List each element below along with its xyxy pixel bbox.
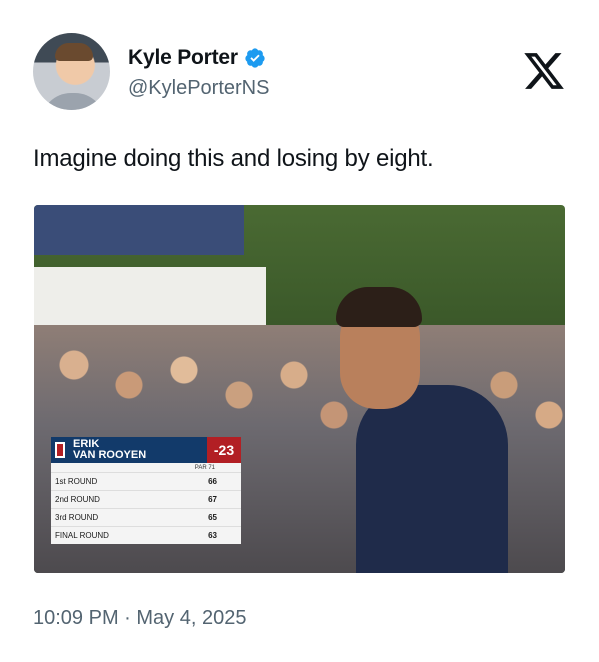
round-label: 3rd ROUND — [55, 513, 99, 522]
round-row: 2nd ROUND 67 — [51, 490, 241, 508]
golfer-hair — [336, 287, 422, 327]
x-logo-icon[interactable] — [522, 49, 566, 93]
avatar-shirt — [41, 93, 105, 110]
par-label: PAR 71 — [51, 463, 241, 472]
author-handle[interactable]: @KylePorterNS — [128, 77, 269, 100]
round-label: FINAL ROUND — [55, 531, 109, 540]
round-score: 65 — [208, 513, 217, 522]
avatar[interactable] — [33, 33, 110, 110]
tweet-timestamp[interactable]: 10:09 PM · May 4, 2025 — [33, 607, 246, 630]
verified-badge-icon — [245, 48, 265, 68]
round-label: 1st ROUND — [55, 477, 98, 486]
round-row: 1st ROUND 66 — [51, 472, 241, 490]
round-label: 2nd ROUND — [55, 495, 100, 504]
tweet-media[interactable]: ERIK VAN ROOYEN -23 PAR 71 1st ROUND 66 … — [34, 205, 565, 573]
tour-logo-icon — [51, 437, 69, 463]
scorebug-header: ERIK VAN ROOYEN -23 — [51, 437, 241, 463]
round-row: 3rd ROUND 65 — [51, 508, 241, 526]
media-awning — [34, 205, 244, 255]
author-name[interactable]: Kyle Porter — [128, 46, 238, 70]
player-total-score: -23 — [207, 437, 241, 463]
golfer-body — [356, 385, 508, 573]
player-name: ERIK VAN ROOYEN — [69, 437, 207, 463]
round-score: 66 — [208, 477, 217, 486]
player-last-name: VAN ROOYEN — [73, 449, 147, 461]
scorebug: ERIK VAN ROOYEN -23 PAR 71 1st ROUND 66 … — [51, 437, 241, 544]
round-row: FINAL ROUND 63 — [51, 526, 241, 544]
round-score: 63 — [208, 531, 217, 540]
author-row: Kyle Porter — [128, 46, 266, 70]
tweet-text: Imagine doing this and losing by eight. — [33, 145, 434, 172]
avatar-hair — [55, 43, 93, 61]
round-score: 67 — [208, 495, 217, 504]
